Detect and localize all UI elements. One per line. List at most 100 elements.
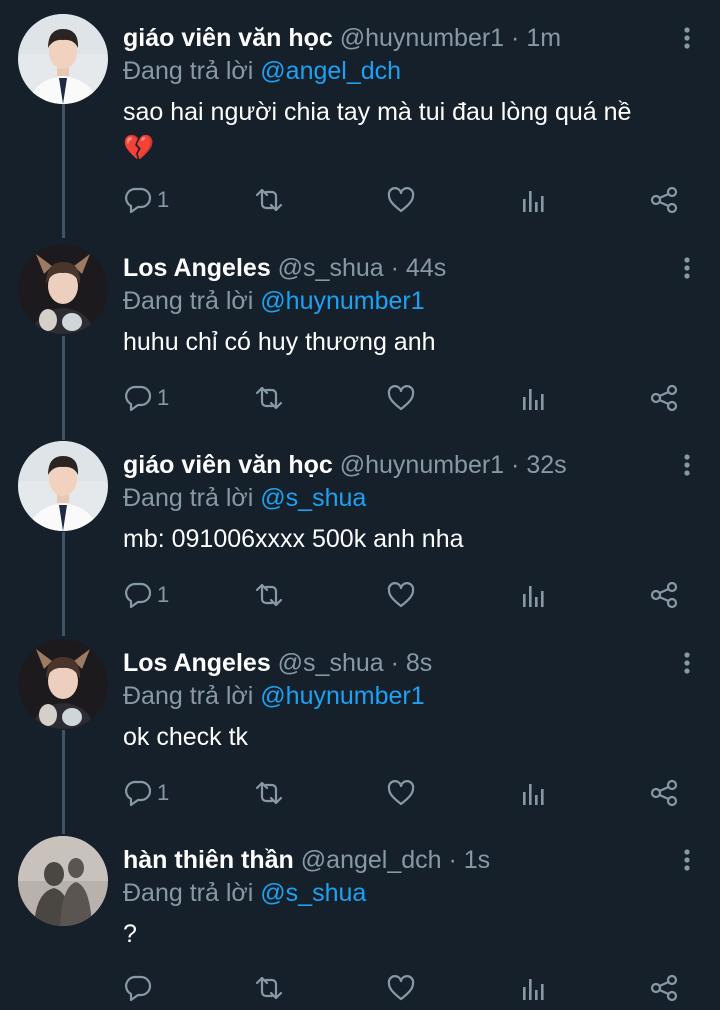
replying-to-label: Đang trả lời	[123, 682, 254, 710]
more-vertical-icon[interactable]	[682, 453, 692, 477]
analytics-button[interactable]	[520, 972, 546, 1004]
mention-link[interactable]: @huynumber1	[260, 682, 424, 710]
share-button[interactable]	[649, 972, 679, 1004]
tweet-text: ?	[123, 916, 680, 952]
replying-to: Đang trả lời @huynumber1	[123, 681, 680, 711]
display-name[interactable]: hàn thiên thần	[123, 846, 294, 874]
tweet-text-content: mb: 091006xxxx 500k anh nha	[123, 525, 464, 553]
avatar[interactable]	[18, 639, 108, 729]
analytics-button[interactable]	[520, 184, 546, 216]
analytics-icon	[523, 784, 544, 805]
reply-count: 1	[157, 780, 170, 805]
username[interactable]: @huynumber1	[340, 451, 504, 479]
share-icon	[650, 384, 678, 412]
heart-icon	[387, 385, 415, 411]
display-name[interactable]: Los Angeles	[123, 649, 271, 677]
share-button[interactable]	[649, 184, 679, 216]
comment-icon	[125, 187, 152, 214]
reply-count: 1	[157, 582, 170, 607]
username[interactable]: @s_shua	[278, 649, 384, 677]
reply-count: 1	[157, 385, 170, 410]
analytics-icon	[523, 586, 544, 607]
timestamp[interactable]: 44s	[406, 254, 446, 282]
like-button[interactable]	[386, 972, 416, 1004]
retweet-icon	[255, 386, 283, 410]
replying-to: Đang trả lời @angel_dch	[123, 56, 680, 86]
display-name[interactable]: giáo viên văn học	[123, 24, 333, 52]
like-button[interactable]	[386, 777, 416, 809]
tweet-actions: 1	[123, 777, 683, 809]
more-vertical-icon[interactable]	[682, 651, 692, 675]
avatar[interactable]	[18, 836, 108, 926]
analytics-icon	[523, 979, 544, 1000]
analytics-icon	[523, 191, 544, 212]
heart-icon	[387, 975, 415, 1001]
avatar[interactable]	[18, 441, 108, 531]
analytics-button[interactable]	[520, 579, 546, 611]
username[interactable]: @angel_dch	[301, 846, 442, 874]
avatar[interactable]	[18, 14, 108, 104]
retweet-icon	[255, 583, 283, 607]
comment-icon	[125, 582, 152, 609]
tweet-text: ok check tk	[123, 719, 680, 755]
broken-heart-emoji: 💔	[123, 134, 155, 162]
separator: ·	[511, 451, 520, 479]
tweet-text-content: ?	[123, 920, 137, 948]
share-button[interactable]	[649, 382, 679, 414]
thread-line	[62, 336, 65, 440]
reply-button[interactable]: 1	[123, 579, 169, 611]
analytics-icon	[523, 389, 544, 410]
share-icon	[650, 581, 678, 609]
retweet-button[interactable]	[253, 777, 285, 809]
like-button[interactable]	[386, 382, 416, 414]
replying-to-label: Đang trả lời	[123, 879, 254, 907]
username[interactable]: @huynumber1	[340, 24, 504, 52]
separator: ·	[390, 649, 399, 677]
mention-link[interactable]: @s_shua	[260, 484, 366, 512]
share-icon	[650, 779, 678, 807]
mention-link[interactable]: @angel_dch	[260, 57, 401, 85]
timestamp[interactable]: 32s	[526, 451, 566, 479]
tweet-actions: 1	[123, 579, 683, 611]
retweet-button[interactable]	[253, 972, 285, 1004]
retweet-button[interactable]	[253, 579, 285, 611]
like-button[interactable]	[386, 579, 416, 611]
tweet-actions: 1	[123, 382, 683, 414]
reply-button[interactable]: 1	[123, 382, 169, 414]
reply-count: 1	[157, 187, 170, 212]
separator: ·	[448, 846, 457, 874]
analytics-button[interactable]	[520, 382, 546, 414]
thread-line	[62, 98, 65, 238]
share-icon	[650, 974, 678, 1002]
more-vertical-icon[interactable]	[682, 26, 692, 50]
replying-to-label: Đang trả lời	[123, 57, 254, 85]
tweet-text: huhu chỉ có huy thương anh	[123, 324, 680, 360]
timestamp[interactable]: 1s	[464, 846, 490, 874]
tweet-text-content: huhu chỉ có huy thương anh	[123, 328, 436, 356]
avatar[interactable]	[18, 244, 108, 334]
reply-button[interactable]: 1	[123, 777, 169, 809]
reply-button[interactable]: 1	[123, 184, 169, 216]
mention-link[interactable]: @huynumber1	[260, 287, 424, 315]
replying-to-label: Đang trả lời	[123, 484, 254, 512]
mention-link[interactable]: @s_shua	[260, 879, 366, 907]
share-button[interactable]	[649, 579, 679, 611]
tweet-text-content: sao hai người chia tay mà tui đau lòng q…	[123, 98, 632, 126]
timestamp[interactable]: 1m	[526, 24, 561, 52]
display-name[interactable]: giáo viên văn học	[123, 451, 333, 479]
more-vertical-icon[interactable]	[682, 848, 692, 872]
display-name[interactable]: Los Angeles	[123, 254, 271, 282]
like-button[interactable]	[386, 184, 416, 216]
retweet-icon	[255, 976, 283, 1000]
more-vertical-icon[interactable]	[682, 256, 692, 280]
retweet-button[interactable]	[253, 382, 285, 414]
analytics-button[interactable]	[520, 777, 546, 809]
heart-icon	[387, 187, 415, 213]
timestamp[interactable]: 8s	[406, 649, 432, 677]
username[interactable]: @s_shua	[278, 254, 384, 282]
share-button[interactable]	[649, 777, 679, 809]
reply-button[interactable]	[123, 972, 157, 1004]
comment-icon	[125, 780, 152, 807]
retweet-button[interactable]	[253, 184, 285, 216]
comment-icon	[125, 385, 152, 412]
